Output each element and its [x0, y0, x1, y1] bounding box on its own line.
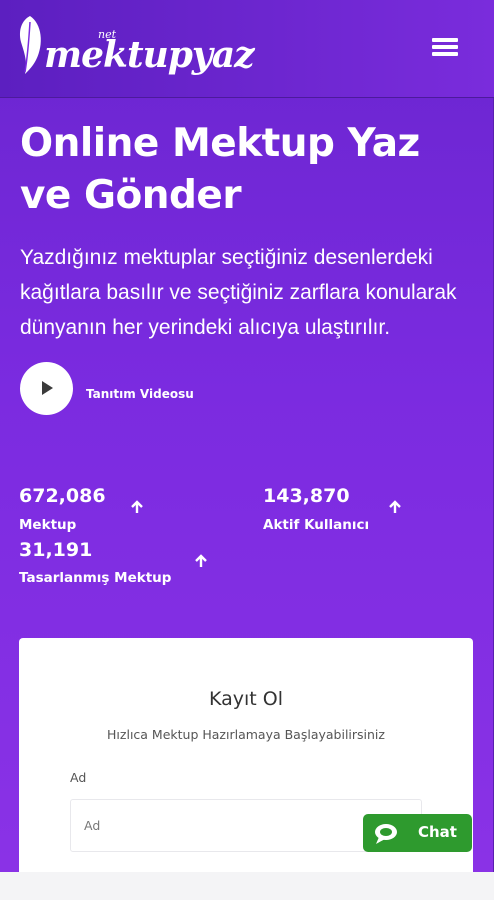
site-logo[interactable]: net mektupyaz	[16, 14, 255, 84]
stat-designed-letters-count: 31,191	[19, 539, 93, 561]
arrow-up-icon	[195, 554, 207, 567]
stat-letters-label: Mektup	[19, 517, 77, 533]
play-icon	[42, 381, 53, 395]
hero-section: net mektupyaz Online Mektup Yaz ve Gönde…	[0, 0, 494, 878]
name-field-label: Ad	[70, 770, 87, 785]
feather-logo-icon	[20, 16, 41, 74]
register-subtitle: Hızlıca Mektup Hazırlamaya Başlayabilirs…	[107, 727, 385, 742]
register-title: Kayıt Ol	[208, 688, 283, 710]
logo-text: mektupyaz	[44, 34, 255, 76]
page-bottom-strip	[0, 872, 494, 900]
stat-active-users-count: 143,870	[263, 485, 350, 507]
title-line-2: ve Gönder	[20, 173, 242, 218]
hero-description: Yazdığınız mektuplar seçtiğiniz desenler…	[20, 246, 457, 339]
page-title: Online Mektup Yaz ve Gönder	[20, 118, 480, 222]
arrow-up-icon	[389, 500, 401, 513]
top-navbar: net mektupyaz	[0, 0, 494, 98]
chat-button[interactable]: Chat	[363, 814, 472, 852]
video-label[interactable]: Tanıtım Videosu	[86, 387, 194, 401]
chat-label: Chat	[418, 823, 457, 841]
play-video-button[interactable]	[20, 362, 73, 415]
stat-designed-letters-label: Tasarlanmış Mektup	[19, 570, 172, 586]
stat-letters-count: 672,086	[19, 485, 106, 507]
arrow-up-icon	[131, 500, 143, 513]
title-line-1: Online Mektup Yaz	[20, 121, 420, 166]
stat-active-users-label: Aktif Kullanıcı	[263, 517, 370, 533]
chat-bubble-icon	[375, 824, 397, 844]
hamburger-menu-icon[interactable]	[432, 38, 458, 60]
